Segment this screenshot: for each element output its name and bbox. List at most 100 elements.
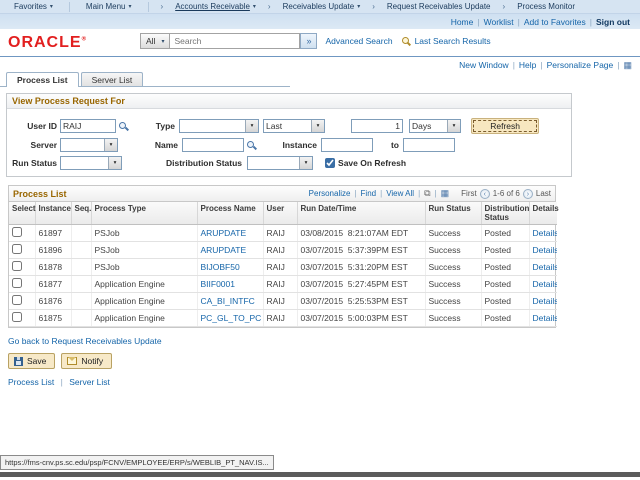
breadcrumb-receivables-update[interactable]: Receivables Update ▾ — [275, 2, 369, 11]
find-link[interactable]: Find — [361, 189, 377, 198]
breadcrumb-accounts-receivable[interactable]: Accounts Receivable ▾ — [167, 2, 264, 11]
user-id-lookup-icon[interactable] — [118, 121, 129, 132]
view-all-link[interactable]: View All — [386, 189, 414, 198]
details-link[interactable]: Details — [533, 245, 558, 255]
bottom-edge-strip — [0, 472, 640, 477]
last-search-results-link[interactable]: Last Search Results — [415, 36, 491, 46]
row-select-checkbox[interactable] — [12, 227, 22, 237]
type-select[interactable]: ▾ — [179, 119, 259, 133]
add-to-favorites-link[interactable]: Add to Favorites — [524, 17, 586, 27]
help-link[interactable]: Help — [519, 60, 536, 70]
details-link[interactable]: Details — [533, 279, 558, 289]
main-menu[interactable]: Main Menu ▾ — [78, 2, 140, 11]
personalize-link[interactable]: Personalize — [309, 189, 351, 198]
row-select-checkbox[interactable] — [12, 312, 22, 322]
details-link[interactable]: Details — [533, 296, 558, 306]
server-select[interactable]: ▾ — [60, 138, 118, 152]
save-on-refresh-checkbox[interactable] — [325, 158, 336, 168]
cell-distribution-status: Posted — [481, 258, 530, 276]
col-seq: Seq. — [71, 202, 92, 225]
cell-run-datetime: 03/07/2015 5:25:53PM EST — [297, 292, 426, 310]
user-id-input[interactable] — [60, 119, 116, 133]
row-select-checkbox[interactable] — [12, 244, 22, 254]
worklist-link[interactable]: Worklist — [484, 17, 514, 27]
cell-distribution-status: Posted — [481, 241, 530, 259]
panel-title: View Process Request For — [7, 94, 571, 109]
last-select[interactable]: Last ▾ — [263, 119, 325, 133]
breadcrumb-process-monitor[interactable]: Process Monitor — [509, 2, 583, 11]
favorites-menu[interactable]: Favorites ▾ — [6, 2, 61, 11]
details-link[interactable]: Details — [533, 228, 558, 238]
cell-select — [9, 275, 36, 293]
search-go-button[interactable]: » — [300, 33, 318, 49]
table-header-row: Select Instance Seq. Process Type Proces… — [9, 202, 559, 225]
zoom-grid-icon[interactable]: ⧉ — [424, 188, 430, 199]
divider — [147, 1, 149, 12]
run-status-select[interactable]: ▾ — [60, 156, 122, 170]
process-table: Select Instance Seq. Process Type Proces… — [9, 202, 559, 327]
breadcrumb-request-receivables-update[interactable]: Request Receivables Update — [379, 2, 499, 11]
separator: | — [540, 60, 543, 70]
server-list-bottom-link[interactable]: Server List — [69, 377, 110, 387]
col-user: User — [263, 202, 298, 225]
process-name-link[interactable]: CA_BI_INTFC — [201, 296, 255, 306]
process-name-link[interactable]: BIJOBF50 — [201, 262, 240, 272]
save-button[interactable]: Save — [8, 353, 56, 369]
pager-last-label[interactable]: Last — [536, 189, 551, 198]
refresh-button[interactable]: Refresh — [471, 118, 539, 134]
cell-details: Details — [529, 275, 558, 293]
cell-user: RAIJ — [263, 292, 298, 310]
name-input[interactable] — [182, 138, 244, 152]
details-link[interactable]: Details — [533, 262, 558, 272]
advanced-search-link[interactable]: Advanced Search — [325, 36, 392, 46]
details-link[interactable]: Details — [533, 313, 558, 323]
favorites-label: Favorites — [14, 2, 47, 11]
pager-prev-icon[interactable]: ‹ — [479, 188, 490, 199]
table-row: 61877 Application Engine BIIF0001 RAIJ 0… — [9, 275, 558, 293]
search-input[interactable] — [170, 33, 301, 49]
crumb-label: Request Receivables Update — [386, 2, 491, 11]
col-select: Select — [9, 202, 36, 225]
instance-from-input[interactable] — [321, 138, 373, 152]
chevron-down-icon: ▾ — [49, 4, 53, 10]
process-name-link[interactable]: BIIF0001 — [201, 279, 236, 289]
table-row: 61876 Application Engine CA_BI_INTFC RAI… — [9, 292, 558, 310]
col-process-name: Process Name — [197, 202, 264, 225]
instance-to-input[interactable] — [403, 138, 455, 152]
breadcrumb: Favorites ▾ Main Menu ▾ › Accounts Recei… — [0, 0, 640, 14]
last-number-input[interactable] — [351, 119, 403, 133]
notify-button[interactable]: Notify — [61, 353, 113, 369]
divider — [68, 1, 70, 12]
new-window-link[interactable]: New Window — [459, 60, 509, 70]
cell-seq — [71, 241, 92, 259]
tab-label: Process List — [17, 75, 68, 85]
row-select-checkbox[interactable] — [12, 295, 22, 305]
days-select[interactable]: Days ▾ — [409, 119, 461, 133]
process-name-link[interactable]: ARUPDATE — [201, 245, 247, 255]
cell-instance: 61897 — [35, 224, 72, 242]
instance-label: Instance — [282, 140, 318, 150]
sign-out-link[interactable]: Sign out — [596, 17, 630, 27]
tab-server-list[interactable]: Server List — [80, 72, 144, 86]
search-scope-select[interactable]: All ▾ — [140, 33, 171, 49]
process-list-bottom-link[interactable]: Process List — [8, 377, 54, 387]
notify-button-label: Notify — [81, 356, 104, 366]
pager-first-label[interactable]: First — [461, 189, 477, 198]
distribution-status-select[interactable]: ▾ — [247, 156, 314, 170]
cell-select — [9, 309, 36, 327]
go-back-link[interactable]: Go back to Request Receivables Update — [8, 336, 162, 346]
row-select-checkbox[interactable] — [12, 261, 22, 271]
row-select-checkbox[interactable] — [12, 278, 22, 288]
home-link[interactable]: Home — [451, 17, 474, 27]
process-name-link[interactable]: PC_GL_TO_PC — [201, 313, 262, 323]
cell-process-name: PC_GL_TO_PC — [197, 309, 264, 327]
pager-next-icon[interactable]: › — [522, 188, 533, 199]
personalize-page-link[interactable]: Personalize Page — [547, 60, 614, 70]
name-lookup-icon[interactable] — [246, 140, 257, 151]
download-icon[interactable]: ▦ — [441, 189, 450, 198]
process-name-link[interactable]: ARUPDATE — [201, 228, 247, 238]
cell-process-name: CA_BI_INTFC — [197, 292, 264, 310]
tab-label: Server List — [91, 75, 133, 85]
tab-process-list[interactable]: Process List — [6, 72, 79, 87]
copy-url-icon[interactable]: ▦ — [623, 60, 632, 70]
